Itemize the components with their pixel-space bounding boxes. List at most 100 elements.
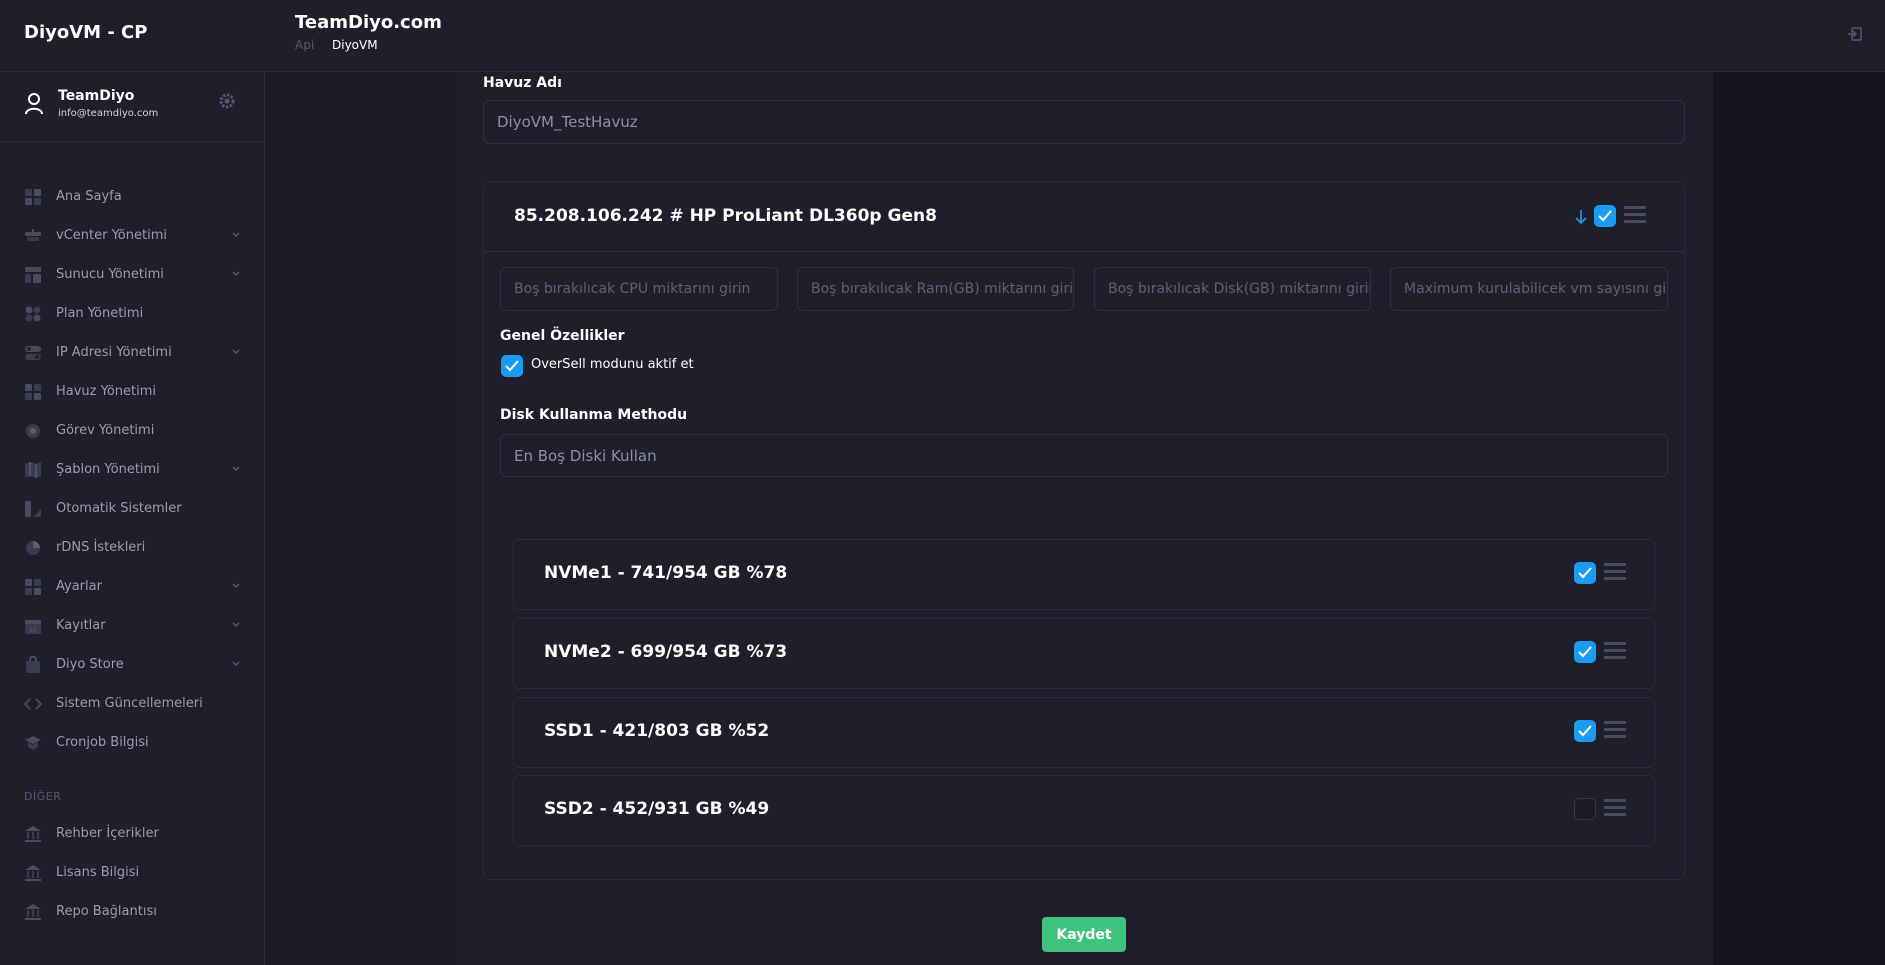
gear-icon[interactable] — [218, 92, 236, 110]
sidebar-nav: Ana Sayfa vCenter Yönetimi Sunucu Yöneti… — [0, 177, 265, 762]
bank-icon — [25, 903, 41, 920]
map-icon — [25, 461, 41, 478]
chevron-down-icon — [232, 349, 240, 354]
disk-label: SSD2 - 452/931 GB %49 — [544, 799, 770, 819]
checkmark-icon — [505, 360, 519, 372]
automation-icon — [25, 500, 41, 517]
grid-icon — [25, 383, 41, 400]
sidebar-nav-other: Rehber İçerikler Lisans Bilgisi Repo Bağ… — [0, 814, 265, 931]
sidebar-item-label: rDNS İstekleri — [56, 540, 146, 555]
dashboard-icon — [25, 188, 41, 205]
oversell-checkbox[interactable] — [501, 355, 523, 377]
checkmark-icon — [1578, 725, 1592, 737]
drag-handle-icon[interactable] — [1624, 206, 1646, 224]
sidebar-item-label: vCenter Yönetimi — [56, 228, 167, 243]
drag-handle-icon[interactable] — [1604, 642, 1626, 660]
sidebar-item-label: IP Adresi Yönetimi — [56, 345, 172, 360]
bank-icon — [25, 864, 41, 881]
user-profile: TeamDiyo info@teamdiyo.com — [0, 72, 265, 142]
code-icon — [24, 697, 42, 710]
pie-icon — [26, 540, 40, 555]
save-button[interactable]: Kaydet — [1042, 917, 1126, 952]
sidebar-item-repo[interactable]: Repo Bağlantısı — [0, 892, 265, 931]
sidebar-item-ana-sayfa[interactable]: Ana Sayfa — [0, 177, 265, 216]
sidebar-section-label: DİĞER — [24, 790, 62, 803]
sidebar-item-cronjob[interactable]: Cronjob Bilgisi — [0, 723, 265, 762]
bank-icon — [25, 825, 41, 842]
breadcrumb-item-api[interactable]: Api — [295, 38, 314, 52]
chevron-down-icon — [232, 271, 240, 276]
sidebar-item-rdns[interactable]: rDNS İstekleri — [0, 528, 265, 567]
chevron-down-icon — [232, 661, 240, 666]
disk-row: NVMe2 - 699/954 GB %73 — [513, 618, 1655, 689]
chevron-down-icon — [232, 466, 240, 471]
checkmark-icon — [1578, 567, 1592, 579]
sidebar-item-label: Lisans Bilgisi — [56, 865, 140, 880]
sidebar-item-plan[interactable]: Plan Yönetimi — [0, 294, 265, 333]
logout-icon[interactable] — [1847, 26, 1863, 42]
disk-label: NVMe1 - 741/954 GB %78 — [544, 563, 788, 583]
disk-row: SSD2 - 452/931 GB %49 — [513, 775, 1655, 846]
sidebar-item-rehber[interactable]: Rehber İçerikler — [0, 814, 265, 853]
top-header: DiyoVM - CP TeamDiyo.com Api DiyoVM — [0, 0, 1885, 72]
toggle-icon — [25, 345, 41, 360]
breadcrumb: Api DiyoVM — [295, 38, 378, 52]
disk-select-checkbox[interactable] — [1574, 562, 1596, 584]
breadcrumb-item-diyovm: DiyoVM — [332, 38, 378, 52]
sidebar-item-otomatik[interactable]: Otomatik Sistemler — [0, 489, 265, 528]
disk-row: SSD1 - 421/803 GB %52 — [513, 697, 1655, 768]
user-avatar-icon — [25, 93, 43, 115]
sidebar-item-label: Havuz Yönetimi — [56, 384, 157, 399]
server-select-checkbox[interactable] — [1594, 205, 1616, 227]
sidebar-item-sistem-guncellemeleri[interactable]: Sistem Güncellemeleri — [0, 684, 265, 723]
sidebar-item-kayitlar[interactable]: 31 Kayıtlar — [0, 606, 265, 645]
sidebar-item-label: Repo Bağlantısı — [56, 904, 157, 919]
disk-select-checkbox[interactable] — [1574, 720, 1596, 742]
server-icon — [25, 228, 41, 241]
max-vm-input[interactable]: Maximum kurulabilicek vm sayısını girin — [1390, 267, 1668, 311]
arrow-down-icon[interactable] — [1574, 208, 1588, 226]
drag-handle-icon[interactable] — [1604, 563, 1626, 581]
sidebar-item-label: Ana Sayfa — [56, 189, 122, 204]
grid-icon — [25, 578, 41, 595]
disk-select-checkbox[interactable] — [1574, 641, 1596, 663]
disk-reserve-input[interactable]: Boş bırakılıcak Disk(GB) miktarını girin — [1094, 267, 1371, 311]
user-email: info@teamdiyo.com — [58, 108, 159, 119]
sidebar-item-label: Sistem Güncellemeleri — [56, 696, 203, 711]
grid-icon — [25, 306, 41, 321]
disk-select-checkbox[interactable] — [1574, 798, 1596, 820]
sidebar-item-lisans[interactable]: Lisans Bilgisi — [0, 853, 265, 892]
cpu-reserve-input[interactable]: Boş bırakılıcak CPU miktarını girin — [500, 267, 778, 311]
drag-handle-icon[interactable] — [1604, 799, 1626, 817]
checkmark-icon — [1598, 210, 1612, 222]
disk-label: NVMe2 - 699/954 GB %73 — [544, 642, 788, 662]
sidebar-item-label: Ayarlar — [56, 579, 102, 594]
sidebar-item-label: Görev Yönetimi — [56, 423, 155, 438]
disk-method-label: Disk Kullanma Methodu — [500, 407, 688, 423]
sidebar-item-label: Diyo Store — [56, 657, 124, 672]
disk-method-select[interactable]: En Boş Diski Kullan — [500, 434, 1668, 477]
pool-name-input[interactable]: DiyoVM_TestHavuz — [483, 100, 1685, 144]
drag-handle-icon[interactable] — [1604, 721, 1626, 739]
sidebar-item-label: Otomatik Sistemler — [56, 501, 182, 516]
svg-text:31: 31 — [29, 627, 37, 634]
chevron-down-icon — [232, 583, 240, 588]
sidebar-item-havuz[interactable]: Havuz Yönetimi — [0, 372, 265, 411]
server-title: 85.208.106.242 # HP ProLiant DL360p Gen8 — [514, 206, 937, 226]
pool-name-label: Havuz Adı — [483, 75, 562, 91]
disk-label: SSD1 - 421/803 GB %52 — [544, 721, 770, 741]
sidebar: TeamDiyo info@teamdiyo.com Ana Sayfa vCe… — [0, 72, 265, 965]
sidebar-item-vcenter[interactable]: vCenter Yönetimi — [0, 216, 265, 255]
sidebar-item-diyo-store[interactable]: Diyo Store — [0, 645, 265, 684]
sidebar-item-gorev[interactable]: Görev Yönetimi — [0, 411, 265, 450]
user-name: TeamDiyo — [58, 88, 135, 104]
sidebar-item-ayarlar[interactable]: Ayarlar — [0, 567, 265, 606]
ram-reserve-input[interactable]: Boş bırakılıcak Ram(GB) miktarını girin — [797, 267, 1074, 311]
graduation-icon — [25, 735, 41, 750]
chevron-down-icon — [232, 622, 240, 627]
sidebar-item-sablon[interactable]: Şablon Yönetimi — [0, 450, 265, 489]
disk-row: NVMe1 - 741/954 GB %78 — [513, 539, 1655, 610]
brand-logo-text[interactable]: DiyoVM - CP — [24, 22, 147, 43]
sidebar-item-sunucu[interactable]: Sunucu Yönetimi — [0, 255, 265, 294]
sidebar-item-ip-adresi[interactable]: IP Adresi Yönetimi — [0, 333, 265, 372]
